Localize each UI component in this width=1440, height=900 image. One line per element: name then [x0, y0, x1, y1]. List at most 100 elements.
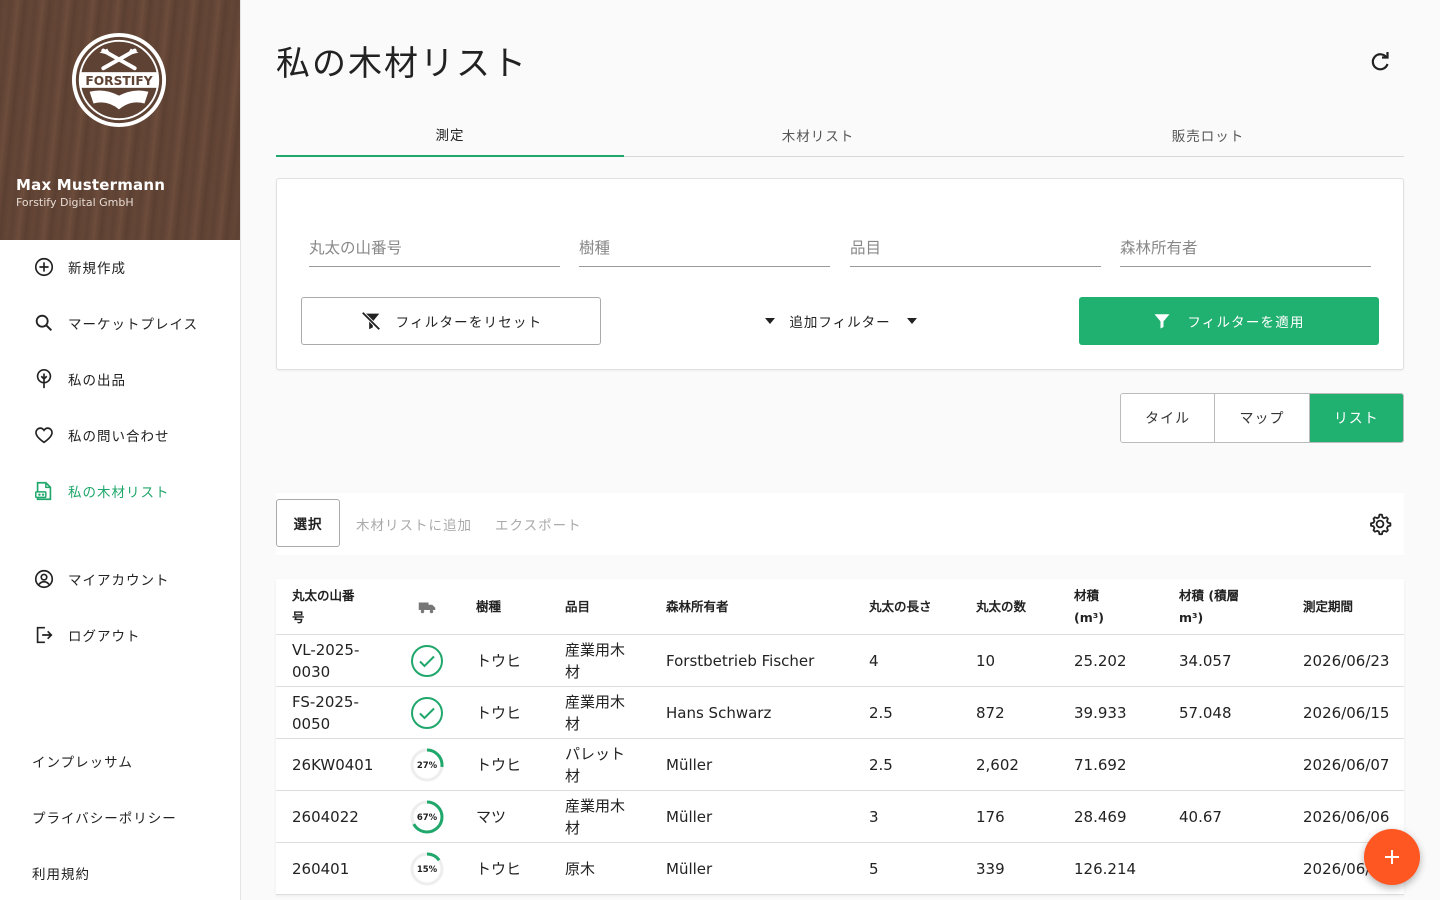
cell-product: 産業用木材 — [565, 693, 626, 733]
refresh-icon[interactable] — [1368, 50, 1392, 74]
cell-volume: 25.202 — [1074, 652, 1127, 670]
filter-icon — [1153, 312, 1171, 330]
table-row[interactable]: 26KW0401 トウヒ パレット材 Müller 2.5 2,602 71.692 2026… — [276, 739, 1404, 791]
table-action-bar: 選択 木材リストに追加 エクスポート — [276, 493, 1404, 555]
cell-owner: Forstbetrieb Fischer — [666, 652, 815, 670]
cell-pile-number: VL-2025-0030 — [292, 641, 360, 681]
view-list-button[interactable]: リスト — [1309, 394, 1403, 442]
cell-owner: Müller — [666, 756, 713, 774]
timber-table: 丸太の山番号 樹種 品目 森林所有者 丸太の長さ 丸太の数 材積 (m³) 材積… — [276, 579, 1404, 895]
apply-filter-label: フィルターを適用 — [1187, 315, 1305, 331]
cell-product: 産業用木材 — [565, 797, 626, 837]
cell-count: 10 — [976, 652, 996, 670]
sidebar-header: FORSTIFY Max Mustermann Forstify Digital… — [0, 0, 240, 240]
export-button[interactable]: エクスポート — [495, 514, 582, 534]
cell-period: 2026/06/23 — [1303, 652, 1390, 670]
progress-ring: 27% — [410, 748, 444, 782]
table-body: VL-2025-0030 トウヒ 産業用木材 Forstbetrieb Fischer… — [276, 635, 1404, 895]
pile-number-filter[interactable] — [309, 217, 560, 267]
main-content: 私の木材リスト 測定 木材リスト 販売ロット フィルターをリセット 追加フィルタ… — [276, 0, 1404, 900]
gear-icon[interactable] — [1368, 512, 1392, 536]
cell-count: 176 — [976, 808, 1005, 826]
cell-count: 339 — [976, 860, 1005, 878]
tab-timber-list[interactable]: 木材リスト — [624, 112, 1012, 157]
species-filter[interactable] — [579, 217, 830, 267]
cell-product: 産業用木材 — [565, 641, 626, 681]
table-header: 丸太の山番号 樹種 品目 森林所有者 丸太の長さ 丸太の数 材積 (m³) 材積… — [276, 579, 1404, 635]
page-title: 私の木材リスト — [276, 44, 528, 84]
progress-label: 27% — [417, 761, 438, 771]
footer-link-terms[interactable]: 利用規約 — [32, 863, 90, 883]
nav-item-my-account[interactable]: マイアカウント — [0, 559, 240, 599]
col-owner[interactable]: 森林所有者 — [666, 579, 816, 635]
cell-owner: Hans Schwarz — [666, 704, 772, 722]
account-icon — [33, 568, 55, 590]
cell-period: 2026/06/07 — [1303, 756, 1390, 774]
cell-species: トウヒ — [476, 756, 522, 774]
tab-measurement[interactable]: 測定 — [276, 112, 624, 157]
tab-bar: 測定 木材リスト 販売ロット — [276, 112, 1404, 157]
cell-stacked-volume: 40.67 — [1179, 808, 1222, 826]
table-row[interactable]: 2604022 マツ 産業用木材 Müller 3 176 28.469 40.67 2026/… — [276, 791, 1404, 843]
col-length[interactable]: 丸太の長さ — [869, 579, 933, 635]
cell-species: トウヒ — [476, 704, 522, 722]
caret-down-icon — [906, 318, 917, 324]
nav-item-marketplace[interactable]: マーケットプレイス — [0, 303, 240, 343]
tab-sales-lot[interactable]: 販売ロット — [1012, 112, 1404, 157]
apply-filter-button[interactable]: フィルターを適用 — [1079, 297, 1379, 345]
view-tiles-button[interactable]: タイル — [1121, 394, 1216, 442]
table-row[interactable]: FS-2025-0050 トウヒ 産業用木材 Hans Schwarz 2.5 872 39… — [276, 687, 1404, 739]
logo-text: FORSTIFY — [85, 74, 152, 88]
product-filter[interactable] — [850, 217, 1101, 267]
nav-item-my-listings[interactable]: 私の出品 — [0, 359, 240, 399]
nav-item-create[interactable]: 新規作成 — [0, 247, 240, 287]
add-fab-button[interactable] — [1364, 829, 1420, 885]
footer-link-imprint[interactable]: インプレッサム — [32, 751, 133, 771]
more-filters-label: 追加フィルター — [789, 315, 891, 331]
cell-owner: Müller — [666, 808, 713, 826]
forstify-logo[interactable]: FORSTIFY — [70, 31, 168, 129]
cell-volume: 28.469 — [1074, 808, 1127, 826]
progress-ring: 67% — [410, 800, 444, 834]
view-map-button[interactable]: マップ — [1215, 394, 1310, 442]
cell-stacked-volume: 34.057 — [1179, 652, 1232, 670]
col-volume[interactable]: 材積 (m³) — [1074, 579, 1118, 635]
nav-item-label: 私の木材リスト — [68, 485, 170, 501]
nav-item-label: マーケットプレイス — [68, 317, 199, 333]
reset-filter-button[interactable]: フィルターをリセット — [301, 297, 601, 345]
reset-filter-label: フィルターをリセット — [395, 315, 543, 331]
user-company: Forstify Digital GmbH — [16, 196, 134, 209]
plus-circle-icon — [33, 256, 55, 278]
table-row[interactable]: 260401 トウヒ 原木 Müller 5 339 126.214 2026/06/15% — [276, 843, 1404, 895]
plus-icon — [1382, 847, 1402, 867]
col-product[interactable]: 品目 — [565, 579, 635, 635]
cell-period: 2026/06/15 — [1303, 704, 1390, 722]
cell-product: パレット材 — [565, 745, 626, 785]
nav-item-logout[interactable]: ログアウト — [0, 615, 240, 655]
nav-item-my-inquiries[interactable]: 私の問い合わせ — [0, 415, 240, 455]
col-species[interactable]: 樹種 — [476, 579, 536, 635]
owner-filter[interactable] — [1120, 217, 1371, 267]
col-count[interactable]: 丸太の数 — [976, 579, 1028, 635]
tree-pin-icon — [33, 368, 55, 390]
cell-stacked-volume: 57.048 — [1179, 704, 1232, 722]
more-filters-button[interactable]: 追加フィルター — [761, 297, 921, 345]
nav-item-my-timber-list[interactable]: 私の木材リスト — [0, 471, 240, 511]
cell-pile-number: FS-2025-0050 — [292, 693, 359, 733]
cell-length: 3 — [869, 808, 879, 826]
select-button[interactable]: 選択 — [276, 499, 340, 547]
cell-owner: Müller — [666, 860, 713, 878]
progress-ring: 15% — [410, 852, 444, 886]
cell-volume: 126.214 — [1074, 860, 1137, 878]
col-period[interactable]: 測定期間 — [1303, 579, 1393, 635]
col-pile-number[interactable]: 丸太の山番号 — [292, 579, 364, 635]
cell-pile-number: 26KW0401 — [292, 756, 374, 774]
cell-pile-number: 260401 — [292, 860, 350, 878]
progress-label: 67% — [417, 813, 438, 823]
footer-link-privacy[interactable]: プライバシーポリシー — [32, 807, 177, 827]
cell-stacked-volume — [1179, 739, 1269, 791]
col-stacked-volume[interactable]: 材積 (積層 m³) — [1179, 579, 1263, 635]
add-to-timber-list-button[interactable]: 木材リストに追加 — [356, 514, 472, 534]
cell-volume: 39.933 — [1074, 704, 1127, 722]
table-row[interactable]: VL-2025-0030 トウヒ 産業用木材 Forstbetrieb Fischer… — [276, 635, 1404, 687]
